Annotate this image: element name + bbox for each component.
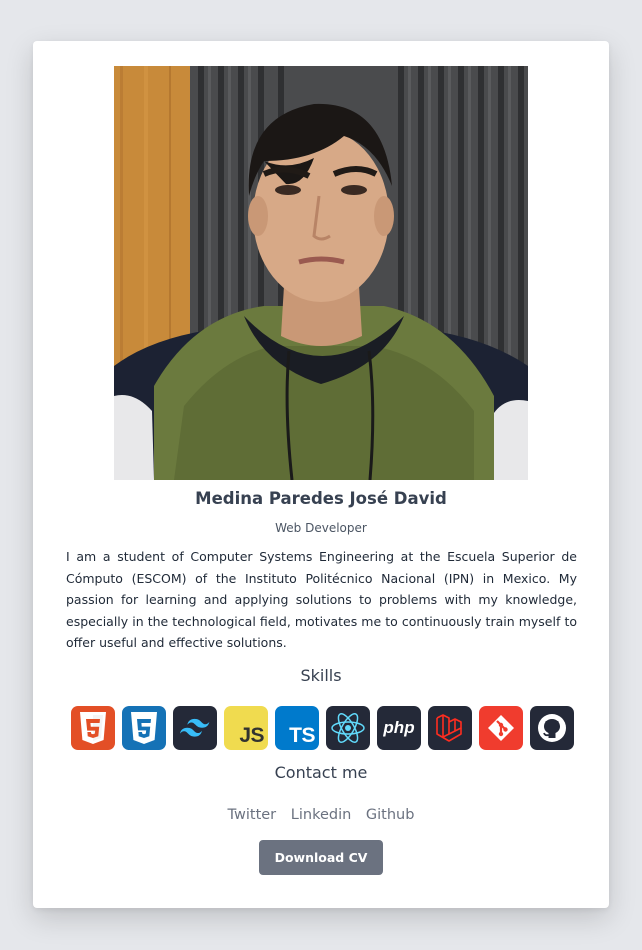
skills-heading: Skills [300,666,342,685]
profile-role: Web Developer [275,521,367,535]
javascript-icon: JS [224,706,268,750]
tailwind-icon [173,706,217,750]
laravel-icon [428,706,472,750]
typescript-icon: TS [275,706,319,750]
contact-heading: Contact me [274,763,368,782]
javascript-label: JS [239,724,264,747]
profile-photo [114,66,528,480]
github-icon [530,706,574,750]
linkedin-link[interactable]: Linkedin [291,807,352,823]
php-label: php [383,718,415,737]
github-link[interactable]: Github [366,807,415,823]
twitter-link[interactable]: Twitter [228,807,277,823]
profile-card: Medina Paredes José David Web Developer … [33,41,609,908]
contact-links: Twitter Linkedin Github [33,807,609,823]
css3-icon [122,706,166,750]
typescript-label: TS [289,724,315,747]
profile-name: Medina Paredes José David [195,489,447,508]
profile-bio: I am a student of Computer Systems Engin… [66,549,577,651]
php-icon: php [377,706,421,750]
skills-list: JS TS php [71,706,574,750]
download-cv-button[interactable]: Download CV [259,840,383,875]
git-icon [479,706,523,750]
html5-icon [71,706,115,750]
react-icon [326,706,370,750]
